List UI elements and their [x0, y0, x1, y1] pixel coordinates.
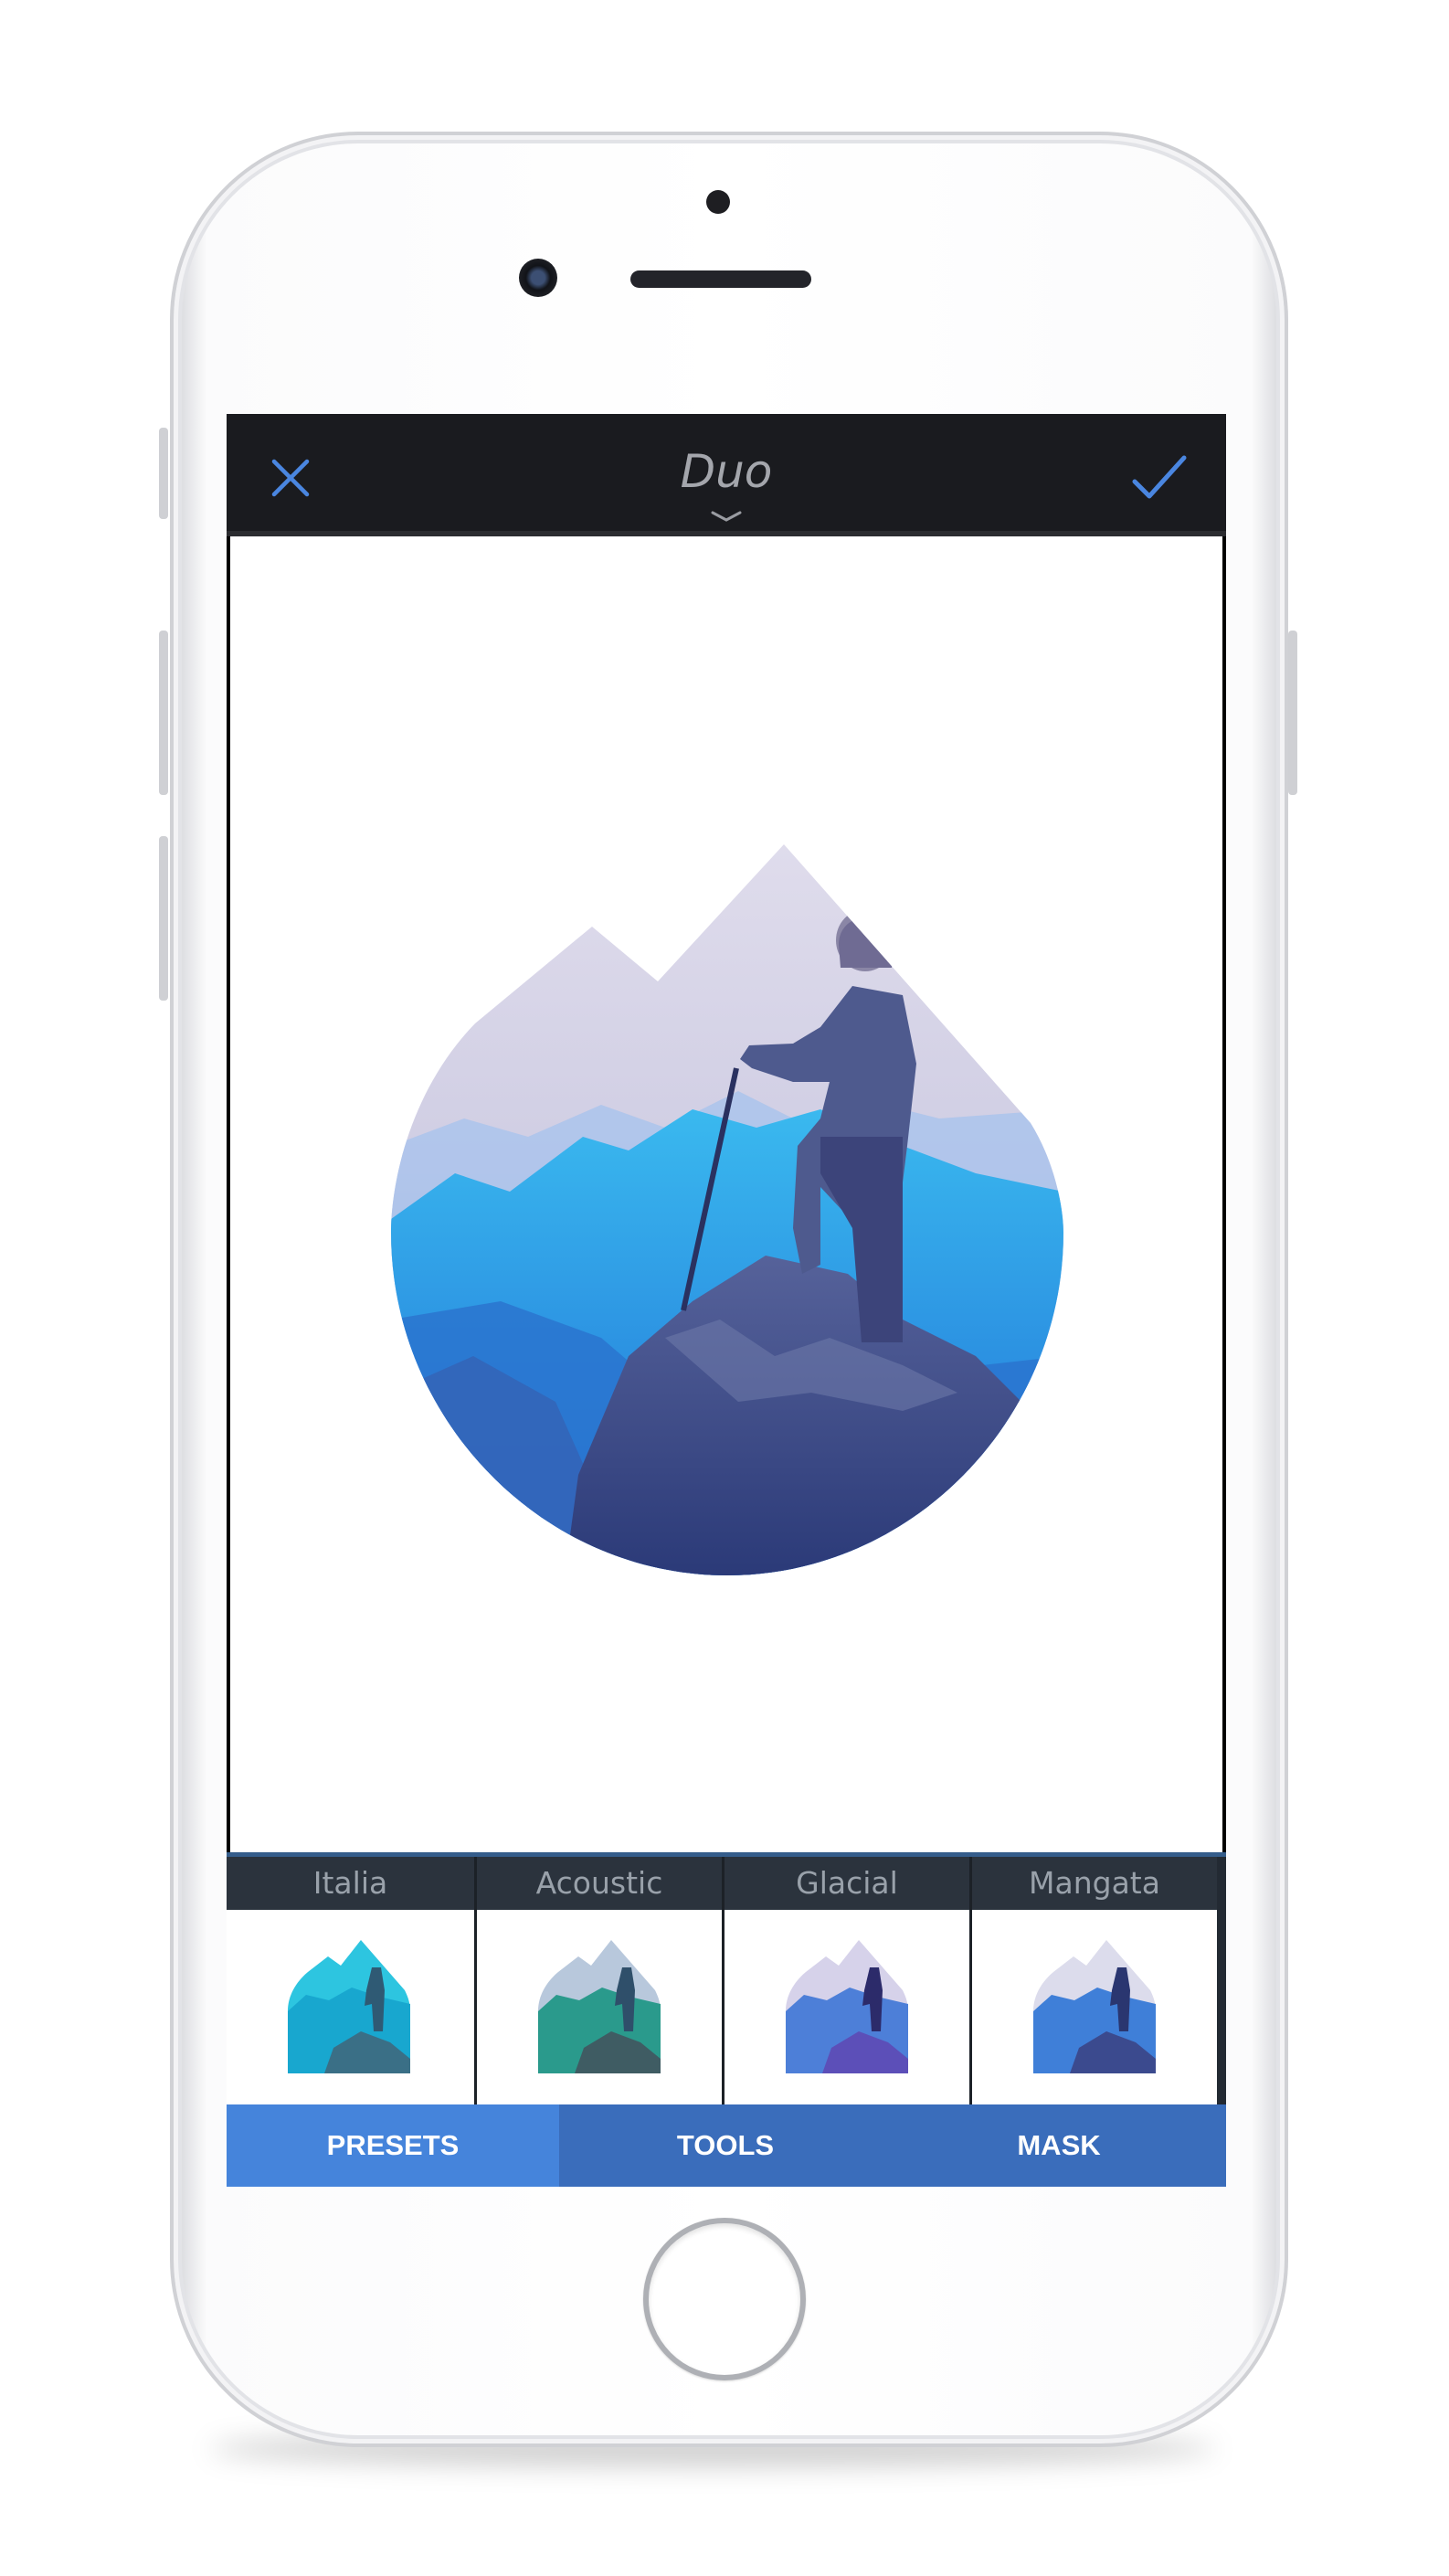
close-button[interactable]: [269, 456, 312, 500]
preset-label: Italia: [227, 1857, 474, 1910]
preset-thumbnail: [477, 1910, 722, 2104]
volume-down-button: [159, 836, 168, 1001]
tab-presets[interactable]: PRESETS: [227, 2104, 559, 2187]
edited-photo[interactable]: [391, 844, 1063, 1575]
preset-mangata[interactable]: Mangata: [969, 1857, 1217, 2104]
mute-switch: [159, 428, 168, 519]
chevron-down-icon[interactable]: [710, 510, 743, 523]
preset-label: Acoustic: [477, 1857, 722, 1910]
preset-thumbnail-image: [786, 1940, 908, 2073]
preset-thumbnail: [227, 1910, 474, 2104]
presets-strip: Italia Acoustic Glacial Mangata: [227, 1852, 1226, 2104]
preset-glacial[interactable]: Glacial: [722, 1857, 969, 2104]
bottom-tab-bar: PRESETS TOOLS MASK: [227, 2104, 1226, 2187]
close-x-icon: [271, 459, 310, 497]
front-camera: [519, 259, 557, 297]
preset-thumbnail-image: [288, 1940, 410, 2073]
confirm-button[interactable]: [1131, 454, 1188, 500]
app-screen: Duo Italia Acoustic Glacial Mangata PRES…: [227, 414, 1226, 2187]
preset-thumbnail: [972, 1910, 1217, 2104]
volume-up-button: [159, 631, 168, 795]
checkmark-icon: [1132, 455, 1187, 499]
photo-canvas: [230, 536, 1222, 1852]
tab-tools[interactable]: TOOLS: [559, 2104, 892, 2187]
preset-thumbnail: [724, 1910, 969, 2104]
home-button: [643, 2218, 806, 2380]
preset-thumbnail-image: [538, 1940, 661, 2073]
top-bar: Duo: [227, 414, 1226, 536]
tab-mask[interactable]: MASK: [892, 2104, 1226, 2187]
proximity-sensor: [706, 190, 730, 214]
editor-title[interactable]: Duo: [544, 445, 909, 498]
preset-thumbnail-image: [1033, 1940, 1156, 2073]
earpiece-speaker: [630, 270, 811, 288]
preset-italia[interactable]: Italia: [227, 1857, 474, 2104]
preset-label: Mangata: [972, 1857, 1217, 1910]
power-button: [1288, 631, 1297, 795]
preset-label: Glacial: [724, 1857, 969, 1910]
preset-acoustic[interactable]: Acoustic: [474, 1857, 722, 2104]
